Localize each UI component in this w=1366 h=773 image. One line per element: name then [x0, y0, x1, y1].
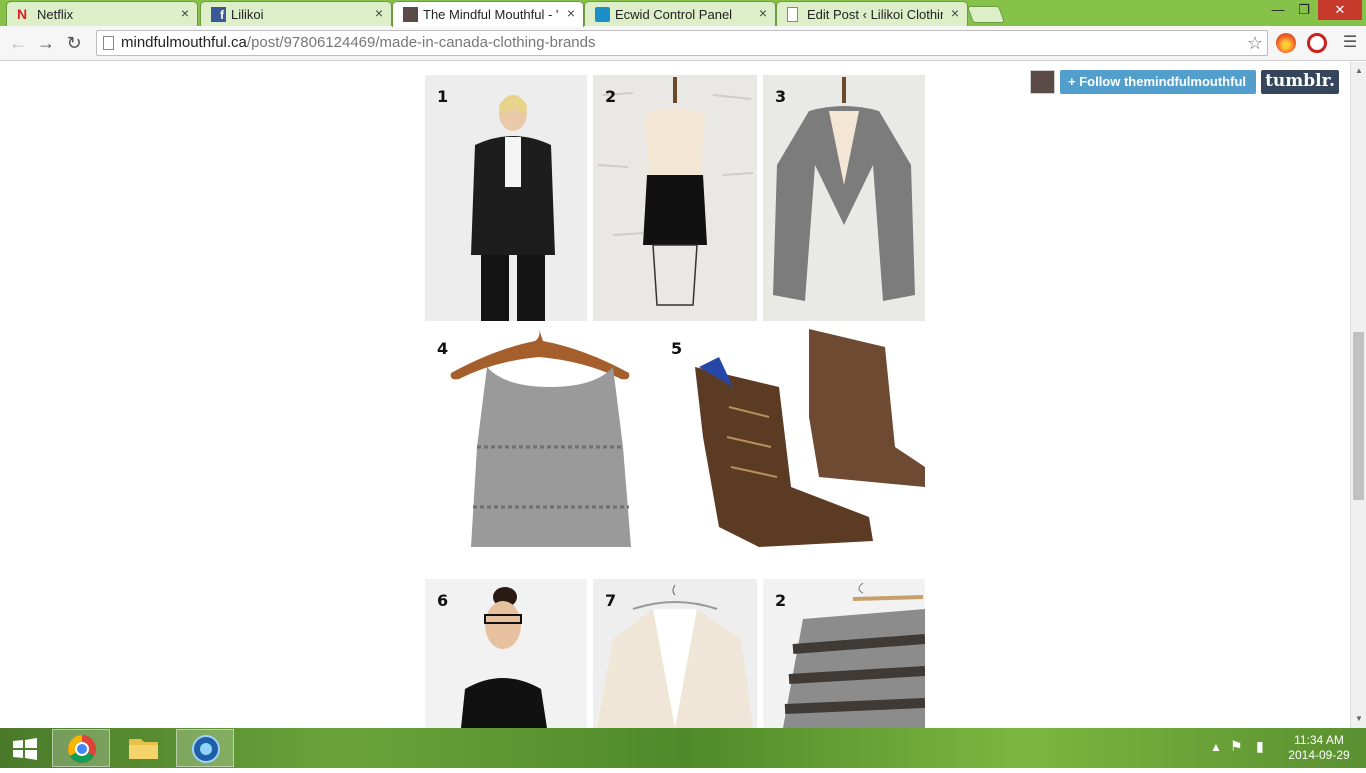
- windows-logo-icon: [13, 738, 37, 760]
- tab-netflix[interactable]: N Netflix ×: [6, 1, 198, 26]
- reload-icon[interactable]: ↻: [62, 31, 86, 55]
- knit-crop-top-photo[interactable]: 4: [425, 327, 659, 574]
- chrome-icon: [68, 735, 96, 763]
- show-hidden-icons-icon[interactable]: ▲: [1210, 740, 1222, 754]
- window-close-button[interactable]: ✕: [1318, 0, 1362, 20]
- netflix-icon: N: [17, 6, 28, 22]
- tab-label: Lilikoi: [231, 7, 264, 22]
- url-path: /post/97806124469/made-in-canada-clothin…: [246, 34, 596, 51]
- image-number: 2: [775, 591, 787, 610]
- blog-avatar[interactable]: [1030, 70, 1055, 94]
- image-number: 2: [605, 87, 617, 106]
- scroll-up-icon[interactable]: ▲: [1355, 66, 1363, 75]
- tab-mindful-mouthful[interactable]: The Mindful Mouthful - "I ×: [392, 1, 584, 27]
- taskbar-chrome[interactable]: [52, 729, 110, 767]
- striped-sweater-photo[interactable]: 2: [763, 579, 925, 728]
- url-domain: mindfulmouthful.ca: [121, 34, 247, 51]
- clock-date: 2014-09-29: [1288, 748, 1350, 762]
- cardigan-illustration: [763, 75, 925, 321]
- black-top-model-photo[interactable]: 6: [425, 579, 587, 728]
- taskbar-app[interactable]: [176, 729, 234, 767]
- forward-arrow-icon[interactable]: →: [34, 31, 58, 55]
- address-bar[interactable]: mindfulmouthful.ca/post/97806124469/made…: [96, 30, 1268, 56]
- windows-taskbar: ▲ ⚑ ▮ 11:34 AM 2014-09-29: [0, 728, 1366, 768]
- close-icon[interactable]: ×: [759, 5, 767, 21]
- cream-knit-cardigan-photo[interactable]: 7: [593, 579, 757, 728]
- skirt-illustration: [593, 75, 757, 321]
- boots-illustration: [695, 329, 925, 547]
- close-icon[interactable]: ×: [951, 5, 959, 21]
- power-icon[interactable]: ▮: [1256, 738, 1264, 755]
- image-number: 7: [605, 591, 617, 610]
- page-icon: [787, 7, 798, 22]
- adblock-extension-icon[interactable]: [1307, 33, 1327, 53]
- knit-cardigan-illustration: [597, 584, 753, 728]
- blazer-illustration: [471, 95, 555, 321]
- browser-toolbar: ← → ↻ mindfulmouthful.ca/post/9780612446…: [0, 26, 1366, 61]
- close-icon[interactable]: ×: [181, 5, 189, 21]
- grey-cardigan-photo[interactable]: 3: [763, 75, 925, 321]
- back-arrow-icon[interactable]: ←: [6, 31, 30, 55]
- tab-label: Netflix: [37, 7, 74, 22]
- striped-sweater-illustration: [783, 582, 925, 728]
- tab-lilikoi[interactable]: f Lilikoi ×: [200, 1, 392, 26]
- system-clock[interactable]: 11:34 AM 2014-09-29: [1286, 733, 1352, 763]
- tab-ecwid[interactable]: Ecwid Control Panel ×: [584, 1, 776, 26]
- action-center-flag-icon[interactable]: ⚑: [1230, 738, 1243, 755]
- follow-button[interactable]: + Follow themindfulmouthful: [1060, 70, 1256, 94]
- image-number: 5: [671, 339, 683, 358]
- close-icon[interactable]: ×: [375, 5, 383, 21]
- tab-label: The Mindful Mouthful - "I: [423, 7, 559, 22]
- restore-button[interactable]: ❐: [1292, 0, 1316, 20]
- image-number: 3: [775, 87, 787, 106]
- image-number: 4: [437, 339, 449, 358]
- close-icon[interactable]: ×: [567, 5, 575, 21]
- new-tab-button[interactable]: [966, 6, 1006, 23]
- scroll-thumb[interactable]: [1353, 332, 1364, 500]
- bookmark-star-icon[interactable]: ☆: [1247, 31, 1263, 55]
- facebook-icon: f: [211, 7, 226, 22]
- minimize-button[interactable]: —: [1266, 0, 1290, 20]
- taskbar-file-explorer[interactable]: [114, 729, 172, 767]
- globe-app-icon: [192, 735, 220, 763]
- clock-time: 11:34 AM: [1294, 733, 1344, 747]
- folder-icon: [129, 739, 158, 759]
- menu-icon[interactable]: ☰: [1338, 31, 1362, 55]
- tab-edit-post[interactable]: Edit Post ‹ Lilikoi Clothing ×: [776, 1, 968, 26]
- ecwid-icon: [595, 7, 610, 22]
- page-icon: [103, 36, 114, 50]
- pencil-skirt-photo[interactable]: 2: [593, 75, 757, 321]
- tab-label: Ecwid Control Panel: [615, 7, 733, 22]
- fire-extension-icon[interactable]: [1276, 33, 1296, 53]
- image-number: 1: [437, 87, 449, 106]
- black-blazer-outfit-photo[interactable]: 1: [425, 75, 587, 321]
- vertical-scrollbar[interactable]: ▲ ▼: [1350, 62, 1366, 728]
- scroll-down-icon[interactable]: ▼: [1355, 714, 1363, 723]
- start-button[interactable]: [0, 729, 50, 767]
- crop-top-illustration: [450, 329, 631, 547]
- leather-boots-photo[interactable]: 5: [659, 327, 925, 574]
- tumblr-logo[interactable]: tumblr.: [1261, 70, 1339, 94]
- model-illustration: [461, 587, 547, 728]
- url-text: mindfulmouthful.ca/post/97806124469/made…: [121, 31, 595, 55]
- page-content: 1 2 3 4 5 6 7 2 + Follow themindfulmouth…: [0, 62, 1350, 728]
- browser-titlebar: N Netflix × f Lilikoi × The Mindful Mout…: [0, 0, 1366, 27]
- tab-label: Edit Post ‹ Lilikoi Clothing: [807, 7, 943, 22]
- image-number: 6: [437, 591, 449, 610]
- tumblr-avatar-icon: [403, 7, 418, 22]
